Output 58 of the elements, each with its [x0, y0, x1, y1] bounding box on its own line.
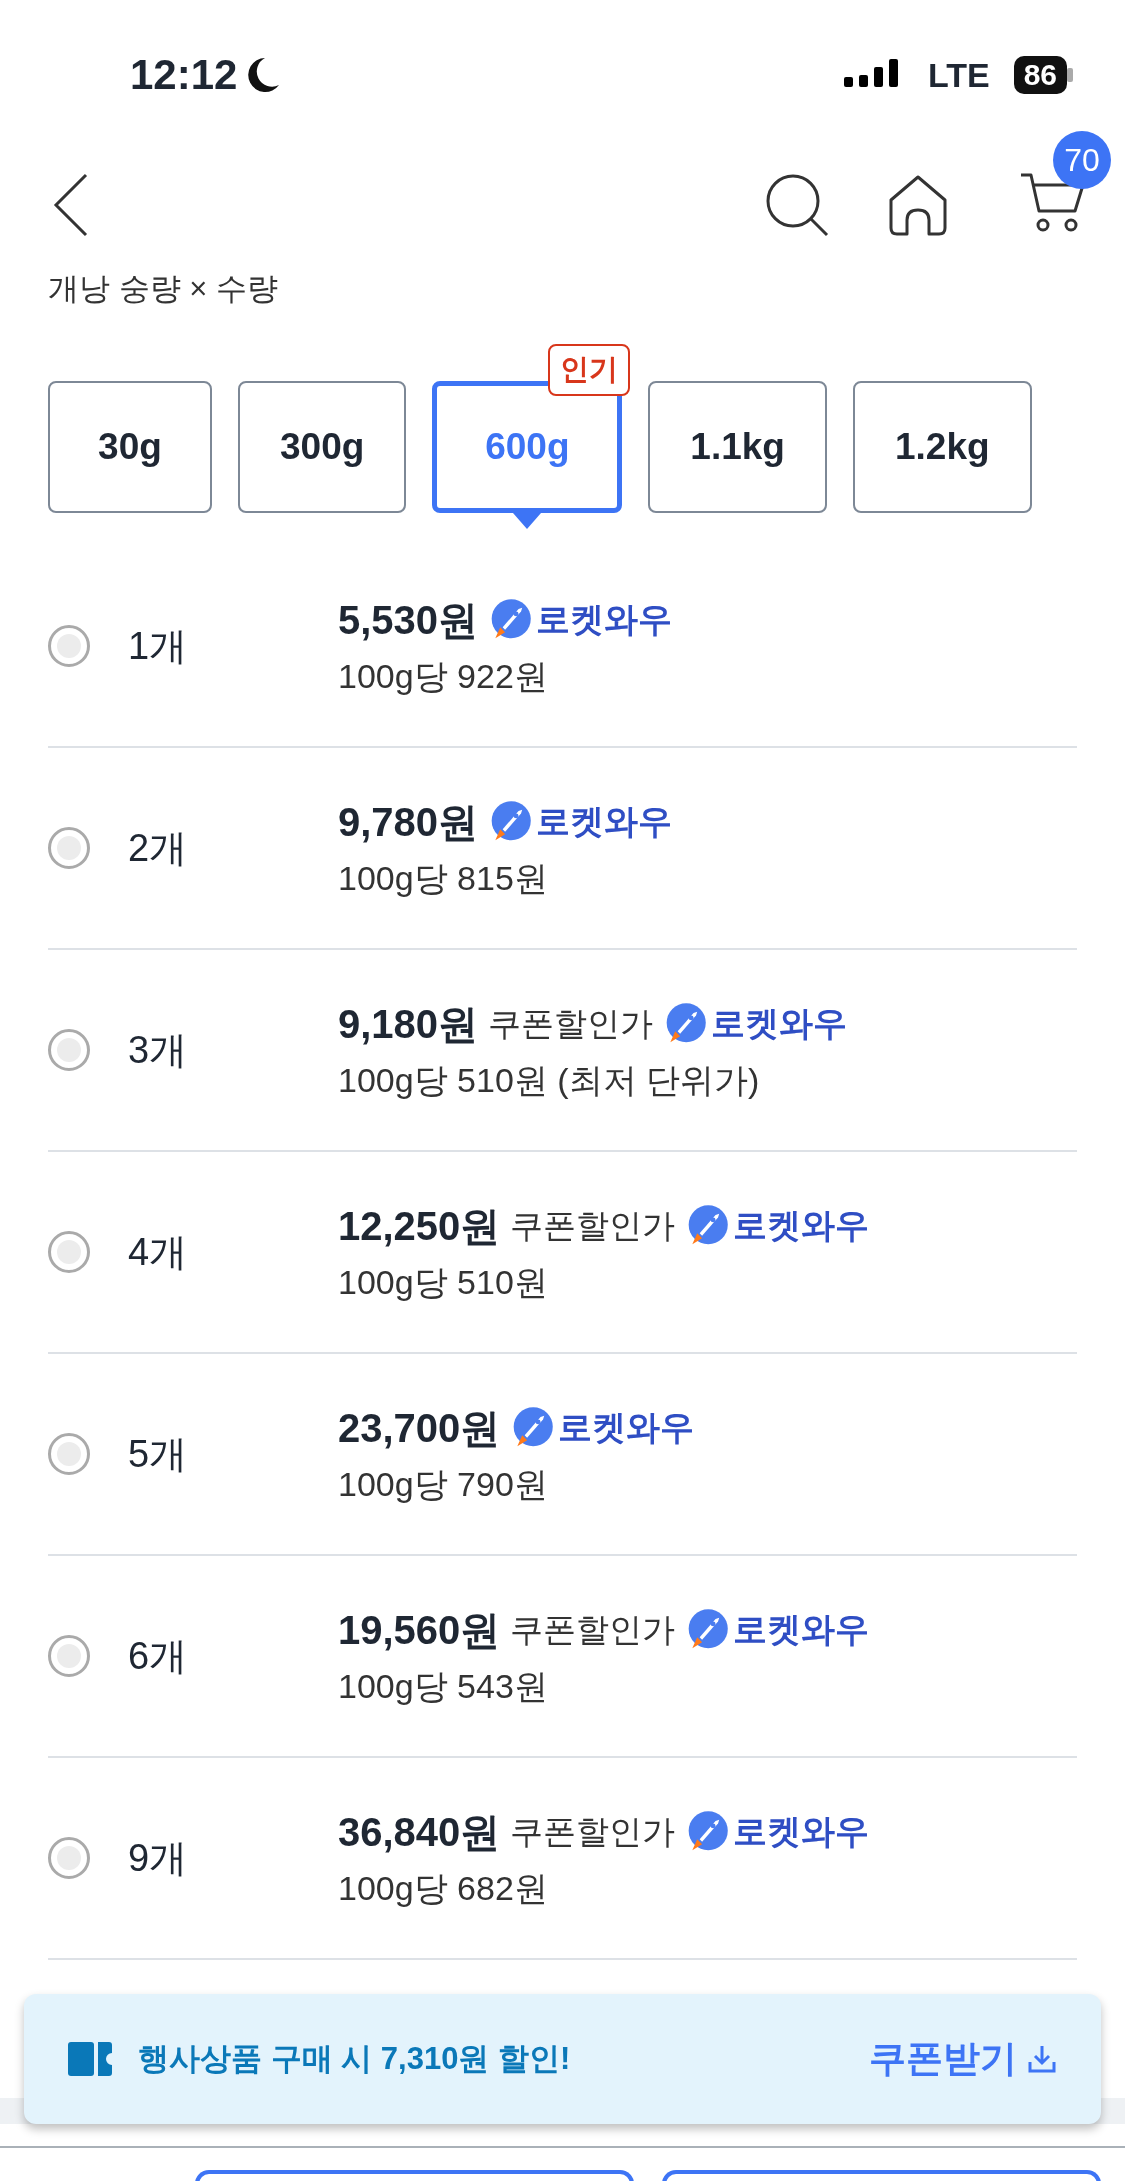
quantity-label: 5개: [128, 1431, 189, 1477]
search-icon[interactable]: [765, 173, 829, 237]
unit-price: 100g당 682원: [338, 1867, 549, 1909]
radio-button[interactable]: [48, 1029, 90, 1071]
delivery-tag: 로켓와우: [711, 1001, 848, 1047]
price: 9,780원: [338, 798, 479, 846]
network-label: LTE: [927, 55, 990, 95]
radio-button[interactable]: [48, 1635, 90, 1677]
option-label: 개낭 숭량 × 수량: [48, 271, 278, 306]
unit-price: 100g당 510원 (최저 단위가): [338, 1059, 761, 1101]
home-icon[interactable]: [887, 174, 949, 236]
quantity-label: 2개: [128, 825, 189, 871]
price: 19,560원: [338, 1606, 501, 1654]
coupon-icon: [68, 2042, 112, 2076]
coupon-price-label: 쿠폰할인가: [510, 1811, 676, 1852]
quantity-label: 3개: [128, 1027, 189, 1073]
delivery-tag: 로켓와우: [733, 1607, 870, 1653]
delivery-tag: 로켓와우: [536, 799, 673, 845]
unit-price: 100g당 510원: [338, 1261, 549, 1303]
quantity-label: 4개: [128, 1229, 189, 1275]
unit-price: 100g당 815원: [338, 857, 549, 899]
download-icon: [1027, 2044, 1057, 2074]
weight-chip[interactable]: 30g: [48, 381, 212, 513]
coupon-message: 행사상품 구매 시 7,310원 할인!: [138, 2040, 572, 2078]
delivery-tag: 로켓와우: [558, 1405, 695, 1451]
clock-time: 12:12: [130, 51, 238, 99]
cart-count-badge: 70: [1053, 131, 1111, 189]
quantity-label: 1개: [128, 623, 189, 669]
weight-chip[interactable]: 1.2kg: [852, 381, 1032, 513]
battery-level: 86: [1013, 56, 1067, 94]
moon-icon: [245, 55, 282, 95]
coupon-price-label: 쿠폰할인가: [510, 1609, 676, 1650]
unit-price: 100g당 922원: [338, 655, 549, 697]
get-coupon-button[interactable]: 쿠폰받기: [869, 2034, 1057, 2084]
radio-button[interactable]: [48, 1837, 90, 1879]
weight-chip[interactable]: 1.1kg: [648, 381, 827, 513]
price: 12,250원: [338, 1202, 501, 1250]
coupon-price-label: 쿠폰할인가: [488, 1003, 654, 1044]
radio-button[interactable]: [48, 827, 90, 869]
price: 5,530원: [338, 596, 479, 644]
quantity-label: 9개: [128, 1835, 189, 1881]
weight-chip[interactable]: 300g: [238, 381, 407, 513]
delivery-tag: 로켓와우: [733, 1203, 870, 1249]
price: 9,180원: [338, 1000, 479, 1048]
price: 23,700원: [338, 1404, 501, 1452]
unit-price: 100g당 543원: [338, 1665, 549, 1707]
radio-button[interactable]: [48, 1433, 90, 1475]
coupon-price-label: 쿠폰할인가: [510, 1205, 676, 1246]
radio-button[interactable]: [48, 625, 90, 667]
price: 36,840원: [338, 1808, 501, 1856]
delivery-tag: 로켓와우: [536, 597, 673, 643]
pointer-icon: [513, 513, 542, 529]
quantity-label: 6개: [128, 1633, 189, 1679]
radio-button[interactable]: [48, 1231, 90, 1273]
delivery-tag: 로켓와우: [733, 1809, 870, 1855]
popular-badge: 인기: [548, 344, 631, 396]
battery-tip-icon: [1067, 68, 1073, 82]
unit-price: 100g당 790원: [338, 1463, 549, 1505]
